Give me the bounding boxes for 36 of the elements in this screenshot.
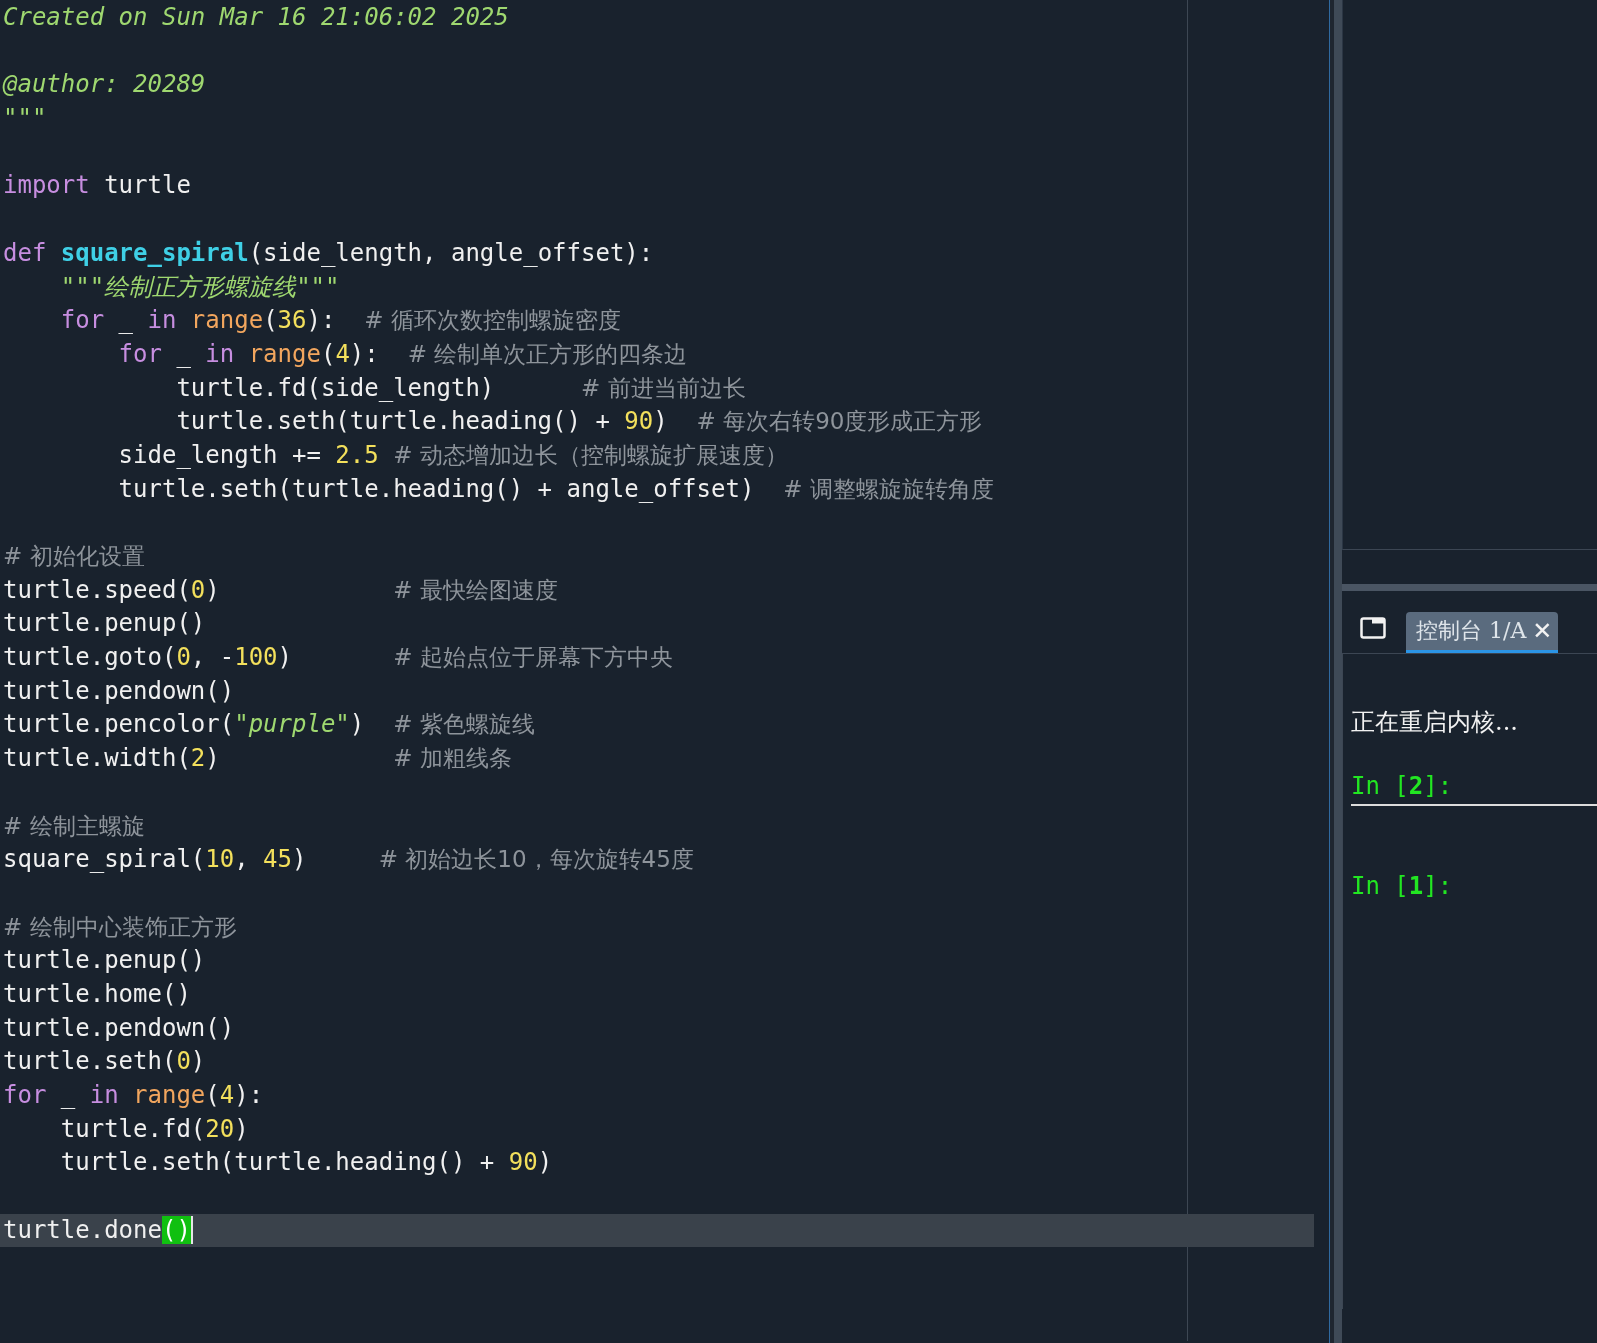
code-line: """绘制正方形螺旋线""" — [59, 271, 341, 303]
code-line: def square_spiral(side_length, angle_offset): — [2, 237, 655, 269]
code-line: turtle.seth(turtle.heading() + 90) # 每次右转90度形成正方形 — [175, 406, 984, 438]
input-prompt: In [2]: — [1351, 772, 1597, 806]
code-line: turtle.penup() — [2, 608, 207, 640]
code-line: # 绘制主螺旋 — [2, 811, 146, 841]
code-line: """ — [2, 103, 48, 135]
code-line: for _ in range(36): # 循环次数控制螺旋密度 — [59, 305, 622, 337]
code-line: turtle.seth(0) — [2, 1046, 207, 1078]
code-line: # 初始化设置 — [2, 542, 146, 571]
code-line: square_spiral(10, 45) # 初始边长10，每次旋转45度 — [2, 844, 695, 876]
code-line: side_length += 2.5 # 动态增加边长（控制螺旋扩展速度） — [117, 439, 789, 471]
console-message: 正在重启内核... — [1351, 707, 1519, 738]
input-prompt: In [1]: — [1351, 872, 1454, 902]
code-line: for _ in range(4): — [2, 1080, 265, 1111]
code-line: import turtle — [2, 170, 192, 202]
code-line: Created on Sun Mar 16 21:06:02 2025 — [2, 2, 510, 33]
code-line: turtle.penup() — [2, 945, 207, 977]
code-line: turtle.speed(0) # 最快绘图速度 — [2, 574, 559, 606]
console-tab[interactable]: 控制台 1/A ✕ — [1406, 612, 1559, 653]
code-line: turtle.pendown() — [2, 675, 236, 707]
splitter[interactable] — [1329, 0, 1342, 1343]
close-icon[interactable]: ✕ — [1532, 617, 1553, 645]
code-line: turtle.home() — [2, 978, 192, 1010]
code-line: turtle.fd(side_length) # 前进当前边长 — [175, 372, 747, 404]
code-line: turtle.seth(turtle.heading() + angle_offset) # 调整螺旋旋转角度 — [117, 473, 995, 505]
window-icon[interactable] — [1360, 617, 1386, 639]
code-line: # 绘制中心装饰正方形 — [2, 912, 238, 942]
code-line: @author: 20289 — [1, 69, 207, 101]
code-line: turtle.goto(0, -100) # 起始点位于屏幕下方中央 — [2, 642, 674, 674]
code-line: turtle.pencolor("purple") # 紫色螺旋线 — [2, 709, 536, 741]
code-line: turtle.width(2) # 加粗线条 — [2, 743, 513, 775]
code-line: turtle.seth(turtle.heading() + 90) — [59, 1147, 554, 1179]
code-line: turtle.pendown() — [2, 1012, 236, 1044]
code-line: turtle.fd(20) — [59, 1113, 250, 1145]
code-line: for _ in range(4): # 绘制单次正方形的四条边 — [117, 338, 689, 370]
